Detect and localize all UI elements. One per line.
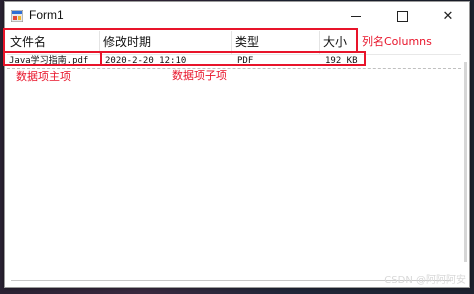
- maximize-button[interactable]: [379, 2, 425, 30]
- app-window-icon: [11, 10, 23, 22]
- minimize-button[interactable]: [333, 2, 379, 30]
- main-item-highlight-box: [3, 51, 102, 66]
- columns-annotation: 列名Columns: [362, 35, 432, 48]
- close-button[interactable]: [425, 2, 471, 30]
- sub-item-highlight-box: [100, 51, 366, 66]
- list-view[interactable]: 文件名 修改时期 类型 大小 Java学习指南.pdf 2020-2-20 12…: [7, 31, 461, 281]
- window-title: Form1: [29, 8, 64, 22]
- columns-highlight-box: [3, 28, 358, 53]
- sub-item-annotation: 数据项子项: [172, 69, 227, 82]
- main-item-annotation: 数据项主项: [16, 70, 71, 83]
- window-right-edge: [464, 62, 467, 262]
- title-bar[interactable]: Form1: [5, 2, 469, 30]
- watermark: CSDN @阿阿阿安: [384, 275, 466, 286]
